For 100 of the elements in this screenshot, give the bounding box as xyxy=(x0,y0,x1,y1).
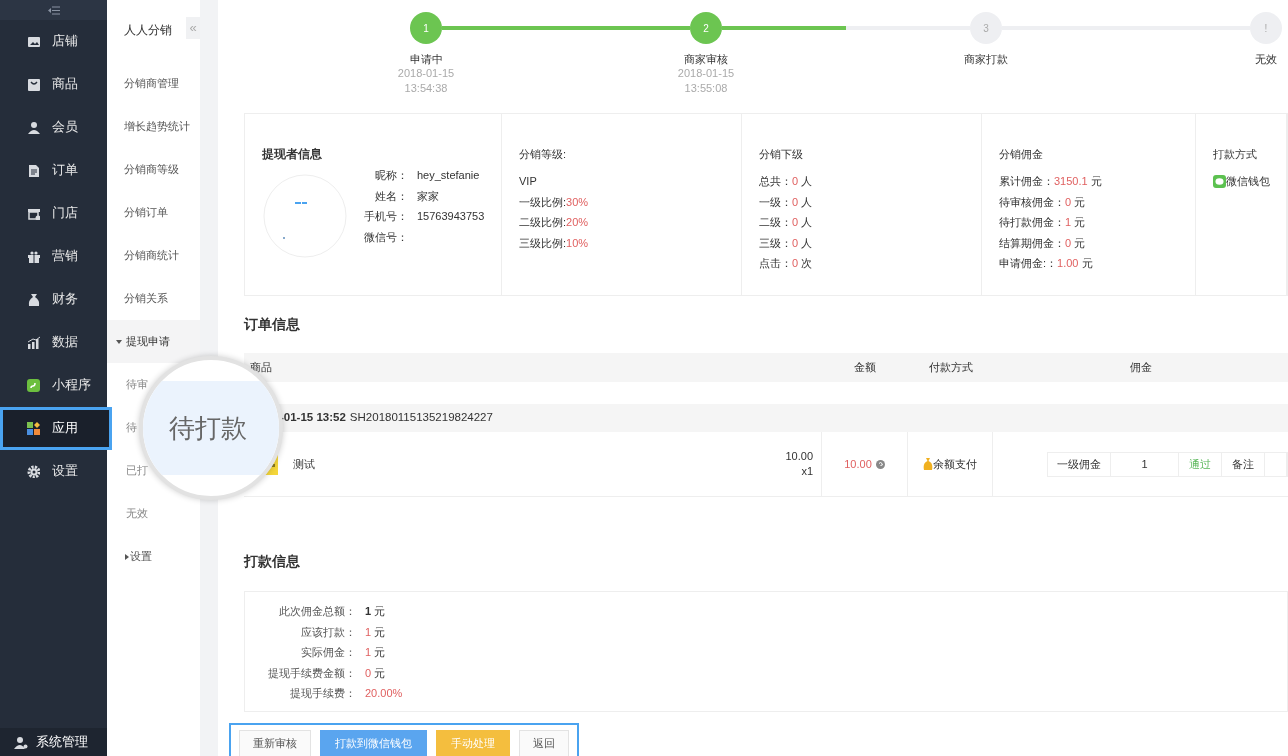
field-label: 提现手续费金额： xyxy=(267,665,356,681)
order-date: -01-15 13:52 xyxy=(280,410,346,426)
caret-icon xyxy=(124,553,130,560)
box-icon xyxy=(27,78,40,91)
section-title: 打款方式 xyxy=(1213,147,1258,161)
step-circle: 1 xyxy=(410,12,442,44)
product-quantity: x1 xyxy=(800,464,813,479)
payment-method: 微信钱包 xyxy=(1226,174,1270,189)
stat-text: 一级：0 人 xyxy=(759,195,813,208)
note-link[interactable]: 备注 xyxy=(1222,452,1265,476)
section-title: 订单信息 xyxy=(244,315,300,334)
nav-item[interactable]: 商品 xyxy=(0,63,107,106)
column-header: 佣金 xyxy=(1129,361,1152,374)
field-value: 1 元 xyxy=(365,604,386,619)
money-bag-icon xyxy=(923,458,933,470)
submenu-item[interactable]: 待审 xyxy=(126,376,148,393)
step-label: 无效 xyxy=(1255,52,1277,66)
nav-item[interactable]: 数据 xyxy=(0,321,107,364)
step-circle: ! xyxy=(1250,12,1282,44)
stat-text: 总共：0 人 xyxy=(759,175,813,187)
status-text: 通过 xyxy=(1179,452,1222,476)
submenu-item[interactable]: 分销关系 xyxy=(124,290,168,307)
nav-item[interactable]: 财务 xyxy=(0,278,107,321)
stat-text: VIP xyxy=(519,175,537,187)
submenu-item[interactable]: 分销订单 xyxy=(124,204,168,221)
submenu-group[interactable]: 设置 xyxy=(107,535,200,578)
step-label: 商家打款 xyxy=(964,52,1008,66)
submenu-item[interactable]: 分销商管理 xyxy=(124,75,179,92)
stat-text: 二级比例:20% xyxy=(519,216,589,228)
submenu-group[interactable]: 提现申请 xyxy=(107,320,200,363)
product-price: 10.00 xyxy=(785,449,813,464)
help-icon xyxy=(875,459,885,469)
field-value: 15763943753 xyxy=(417,209,485,224)
submenu-item[interactable]: 无效 xyxy=(126,505,148,522)
nav-item[interactable]: 店铺 xyxy=(0,20,107,63)
step-circle: 2 xyxy=(690,12,722,44)
field-label: 昵称： xyxy=(374,168,408,183)
field-value: 1 元 xyxy=(365,624,386,640)
stat-text: 点击：0 次 xyxy=(759,257,813,269)
submenu-item[interactable]: 待 xyxy=(126,419,137,436)
section-title: 分销佣金 xyxy=(999,147,1044,161)
admin-icon xyxy=(14,735,28,749)
step-label: 申请中 xyxy=(409,52,443,66)
product-name: 测试 xyxy=(293,456,315,472)
nav-item[interactable]: 应用 xyxy=(0,407,112,450)
nav-item[interactable]: 会员 xyxy=(0,106,107,149)
field-value: 家家 xyxy=(417,188,439,204)
field-value: 1 元 xyxy=(365,645,386,660)
submenu-item[interactable]: 分销商等级 xyxy=(124,161,179,178)
app-icon xyxy=(27,379,40,392)
field-value: hey_stefanie xyxy=(417,168,480,183)
step-circle: 3 xyxy=(970,12,1002,44)
section-title: 打款信息 xyxy=(244,552,300,571)
field-label: 实际佣金： xyxy=(300,645,356,660)
action-button[interactable]: 返回 xyxy=(519,730,569,756)
money-bag-icon xyxy=(27,293,40,306)
section-title: 分销下级 xyxy=(759,147,804,161)
step-time: 13:55:08 xyxy=(684,81,728,96)
stat-text: 二级：0 人 xyxy=(759,216,813,228)
step-date: 2018-01-15 xyxy=(677,66,735,81)
field-value: 0 元 xyxy=(365,665,386,681)
field-value: 20.00% xyxy=(365,686,403,701)
submenu-item[interactable]: 增长趋势统计 xyxy=(124,118,190,135)
gift-icon xyxy=(27,250,40,263)
stat-text: 一级比例:30% xyxy=(519,195,589,208)
nav-item[interactable]: 设置 xyxy=(0,450,107,493)
action-button[interactable]: 重新审核 xyxy=(239,730,311,756)
stat-text: 三级：0 人 xyxy=(759,236,813,249)
commission-value: 1 xyxy=(1111,452,1179,476)
column-header: 付款方式 xyxy=(928,361,973,374)
grid-icon xyxy=(27,422,40,435)
column-header: 金额 xyxy=(854,361,876,374)
nav-item[interactable]: 营销 xyxy=(0,235,107,278)
order-number: SH20180115135219824227 xyxy=(349,410,493,426)
stat-text: 结算期佣金：0 元 xyxy=(999,236,1086,249)
order-amount: 10.00 xyxy=(844,456,872,472)
stat-text: 待审核佣金：0 元 xyxy=(999,195,1086,208)
section-title: 提现者信息 xyxy=(262,147,323,161)
step-time: 13:54:38 xyxy=(404,81,448,96)
step-date: 2018-01-15 xyxy=(397,66,455,81)
stat-text: 三级比例:10% xyxy=(519,236,589,249)
shop-icon xyxy=(27,207,40,220)
commission-level: 一级佣金 xyxy=(1048,452,1111,476)
submenu-item[interactable]: 已打 xyxy=(126,462,148,479)
field-label: 提现手续费： xyxy=(289,686,356,701)
field-label: 此次佣金总额： xyxy=(278,604,356,619)
section-title: 分销等级: xyxy=(519,147,568,161)
nav-item[interactable]: 小程序 xyxy=(0,364,107,407)
field-label: 姓名： xyxy=(374,188,408,204)
field-label: 手机号： xyxy=(363,209,408,224)
stat-text: 申请佣金:：1.00 元 xyxy=(999,257,1093,269)
nav-item[interactable]: 门店 xyxy=(0,192,107,235)
submenu-item[interactable]: 分销商统计 xyxy=(124,247,179,264)
nav-item[interactable]: 订单 xyxy=(0,149,107,192)
menu-icon xyxy=(47,5,60,15)
caret-icon xyxy=(116,338,122,345)
magnified-text: 待打款 xyxy=(169,411,247,445)
store-icon xyxy=(27,35,40,48)
admin-menu[interactable]: 系统管理 xyxy=(0,728,107,756)
document-icon xyxy=(27,164,40,177)
